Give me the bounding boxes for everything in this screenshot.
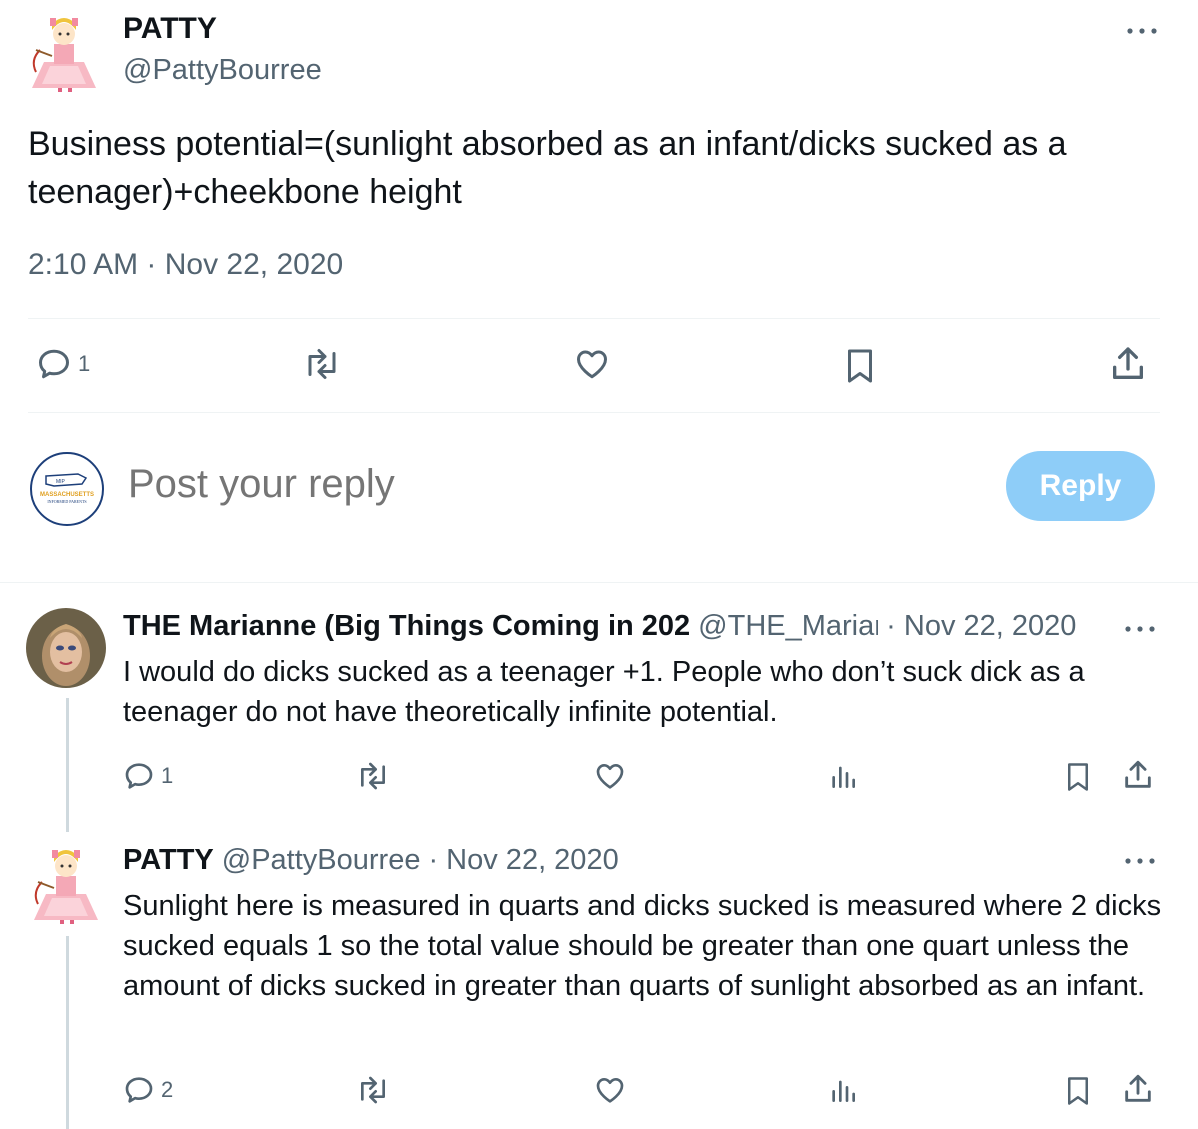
current-user-avatar[interactable]: MIP MASSACHUSETTS INFORMED PARENTS [30, 452, 104, 526]
logo-line2: INFORMED PARENTS [47, 499, 86, 504]
share-button[interactable] [1121, 1072, 1155, 1106]
reply-button[interactable]: 2 [123, 1074, 173, 1106]
reply-text: Sunlight here is measured in quarts and … [123, 890, 1162, 1002]
tweet-text: Business potential=(sunlight absorbed as… [28, 125, 1067, 211]
share-icon [1113, 347, 1143, 379]
author-handle[interactable]: @PattyBourree [123, 54, 322, 87]
views-button[interactable] [827, 1074, 859, 1106]
bookmark-icon [1068, 763, 1088, 791]
retweet-button[interactable] [355, 1074, 391, 1106]
views-icon [832, 766, 855, 788]
share-icon [1125, 760, 1151, 788]
logo-abbrev-text: MIP [56, 479, 66, 485]
share-button[interactable] [1108, 344, 1148, 384]
views-icon [832, 1080, 855, 1102]
patty-avatar-art [34, 850, 98, 924]
reply-actions: 1 [123, 758, 1163, 798]
reply-header: THE Marianne (Big Things Coming in 202 @T… [123, 610, 1123, 648]
share-button[interactable] [1121, 758, 1155, 792]
retweet-button[interactable] [302, 346, 342, 382]
reply-count: 1 [78, 351, 91, 376]
reply-author-handle[interactable]: @PattyBourree [222, 844, 421, 876]
more-options-icon[interactable] [1122, 16, 1162, 46]
reply-input[interactable] [128, 462, 828, 507]
more-options-icon[interactable] [1120, 614, 1160, 644]
share-icon [1125, 1074, 1151, 1102]
thread-line [66, 936, 69, 1129]
reply-author-name[interactable]: PATTY [123, 844, 214, 876]
bookmark-button[interactable] [1063, 1074, 1093, 1108]
logo-line1: MASSACHUSETTS [40, 492, 94, 498]
divider [28, 412, 1160, 413]
bookmark-button[interactable] [1063, 760, 1093, 794]
reply-count: 2 [161, 1077, 174, 1102]
like-icon [596, 764, 624, 789]
marianne-avatar[interactable] [26, 608, 106, 688]
patty-avatar-art [32, 18, 96, 92]
patty-avatar[interactable] [24, 842, 108, 926]
views-button[interactable] [827, 760, 859, 792]
reply-icon [125, 763, 153, 789]
like-button[interactable] [572, 346, 612, 382]
reply-actions: 2 [123, 1072, 1163, 1112]
like-icon [577, 350, 607, 379]
thread-line [66, 698, 69, 832]
marianne-avatar-art [26, 608, 106, 688]
reply-author-handle[interactable]: @THE_Mariar [698, 610, 878, 643]
tweet-timestamp[interactable]: 2:10 AM · Nov 22, 2020 [28, 248, 343, 282]
retweet-button[interactable] [355, 760, 391, 792]
reply-button[interactable]: 1 [36, 346, 90, 382]
section-divider [0, 582, 1198, 583]
reply-button[interactable]: 1 [123, 760, 173, 792]
massachusetts-logo: MIP MASSACHUSETTS INFORMED PARENTS [40, 473, 94, 504]
like-button[interactable] [593, 760, 627, 792]
reply-icon [39, 349, 69, 379]
reply-header: PATTY @PattyBourree · Nov 22, 2020 [123, 844, 1123, 882]
bookmark-button[interactable] [842, 346, 878, 386]
retweet-icon [361, 762, 385, 790]
reply-date[interactable]: · Nov 22, 2020 [428, 844, 618, 876]
reply-count: 1 [161, 763, 174, 788]
bookmark-icon [1068, 1077, 1088, 1105]
tweet-actions: 1 [28, 340, 1160, 396]
author-name[interactable]: PATTY [123, 12, 217, 46]
like-icon [596, 1078, 624, 1103]
like-button[interactable] [593, 1074, 627, 1106]
reply-author-name[interactable]: THE Marianne (Big Things Coming in 202 [123, 610, 690, 642]
more-options-icon[interactable] [1120, 846, 1160, 876]
retweet-icon [361, 1076, 385, 1104]
retweet-icon [308, 349, 336, 379]
reply-text: I would do dicks sucked as a teenager +1… [123, 656, 1085, 728]
reply-date[interactable]: · Nov 22, 2020 [886, 610, 1076, 642]
bookmark-icon [848, 349, 872, 383]
reply-button[interactable]: Reply [1006, 451, 1155, 521]
divider [28, 318, 1160, 319]
reply-icon [125, 1077, 153, 1103]
patty-avatar[interactable] [22, 10, 106, 94]
